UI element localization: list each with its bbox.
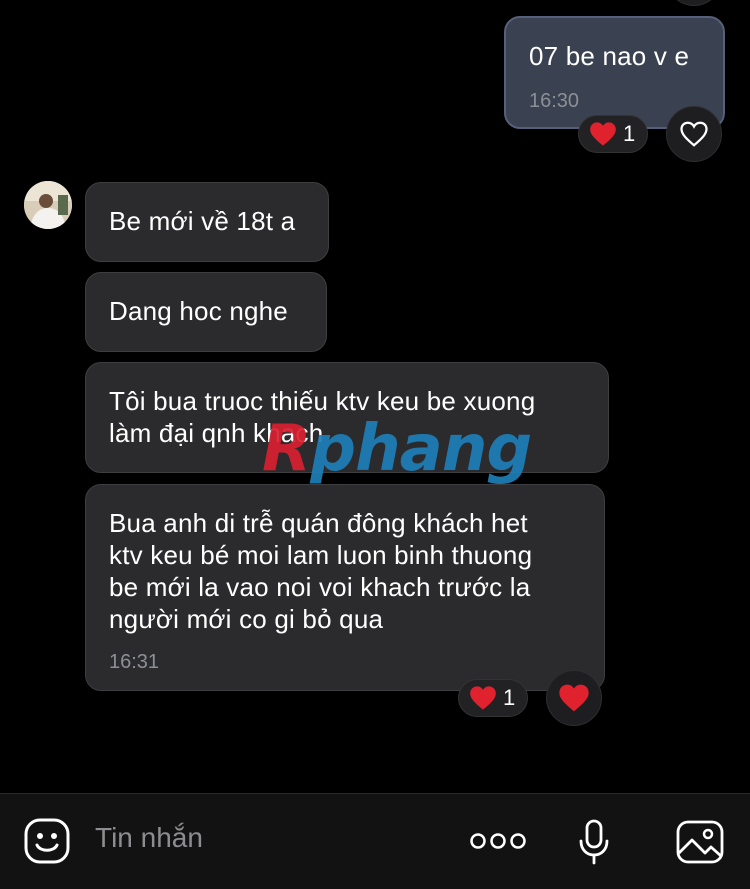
heart-filled-icon — [559, 684, 589, 712]
more-icon — [470, 833, 526, 849]
heart-outline-icon — [680, 121, 708, 147]
partial-reaction-button — [666, 0, 722, 6]
microphone-icon — [579, 819, 609, 865]
react-button[interactable] — [546, 670, 602, 726]
message-text: Dang hoc nghe — [109, 296, 288, 326]
gallery-button[interactable] — [674, 818, 726, 866]
message-text: Be mới về 18t a — [109, 206, 296, 236]
reaction-summary[interactable]: 1 — [458, 679, 529, 717]
reaction-summary[interactable]: 1 — [578, 115, 649, 153]
message-time: 16:30 — [529, 90, 580, 112]
watermark: Rphang — [262, 412, 532, 486]
reaction-count: 1 — [623, 121, 636, 146]
message-input[interactable]: Tin nhắn — [95, 822, 203, 854]
voice-button[interactable] — [576, 818, 612, 866]
heart-filled-icon — [470, 686, 496, 710]
composer-bar: Tin nhắn — [0, 793, 750, 889]
image-icon — [676, 820, 724, 864]
emoji-button[interactable] — [22, 816, 72, 866]
message-bubble-incoming[interactable]: Dang hoc nghe — [85, 272, 327, 352]
message-time: 16:31 — [109, 651, 160, 673]
message-bubble-incoming[interactable]: Bua anh di trễ quán đông khách het ktv k… — [85, 484, 605, 691]
avatar[interactable] — [24, 181, 72, 229]
message-bubble-incoming[interactable]: Be mới về 18t a — [85, 182, 329, 262]
heart-filled-icon — [590, 122, 616, 146]
reaction-count: 1 — [503, 685, 516, 710]
message-text: 07 be nao v e — [529, 41, 690, 71]
react-button[interactable] — [666, 106, 722, 162]
message-text: Bua anh di trễ quán đông khách het ktv k… — [109, 508, 533, 634]
more-button[interactable] — [470, 826, 526, 856]
smiley-icon — [24, 818, 70, 864]
